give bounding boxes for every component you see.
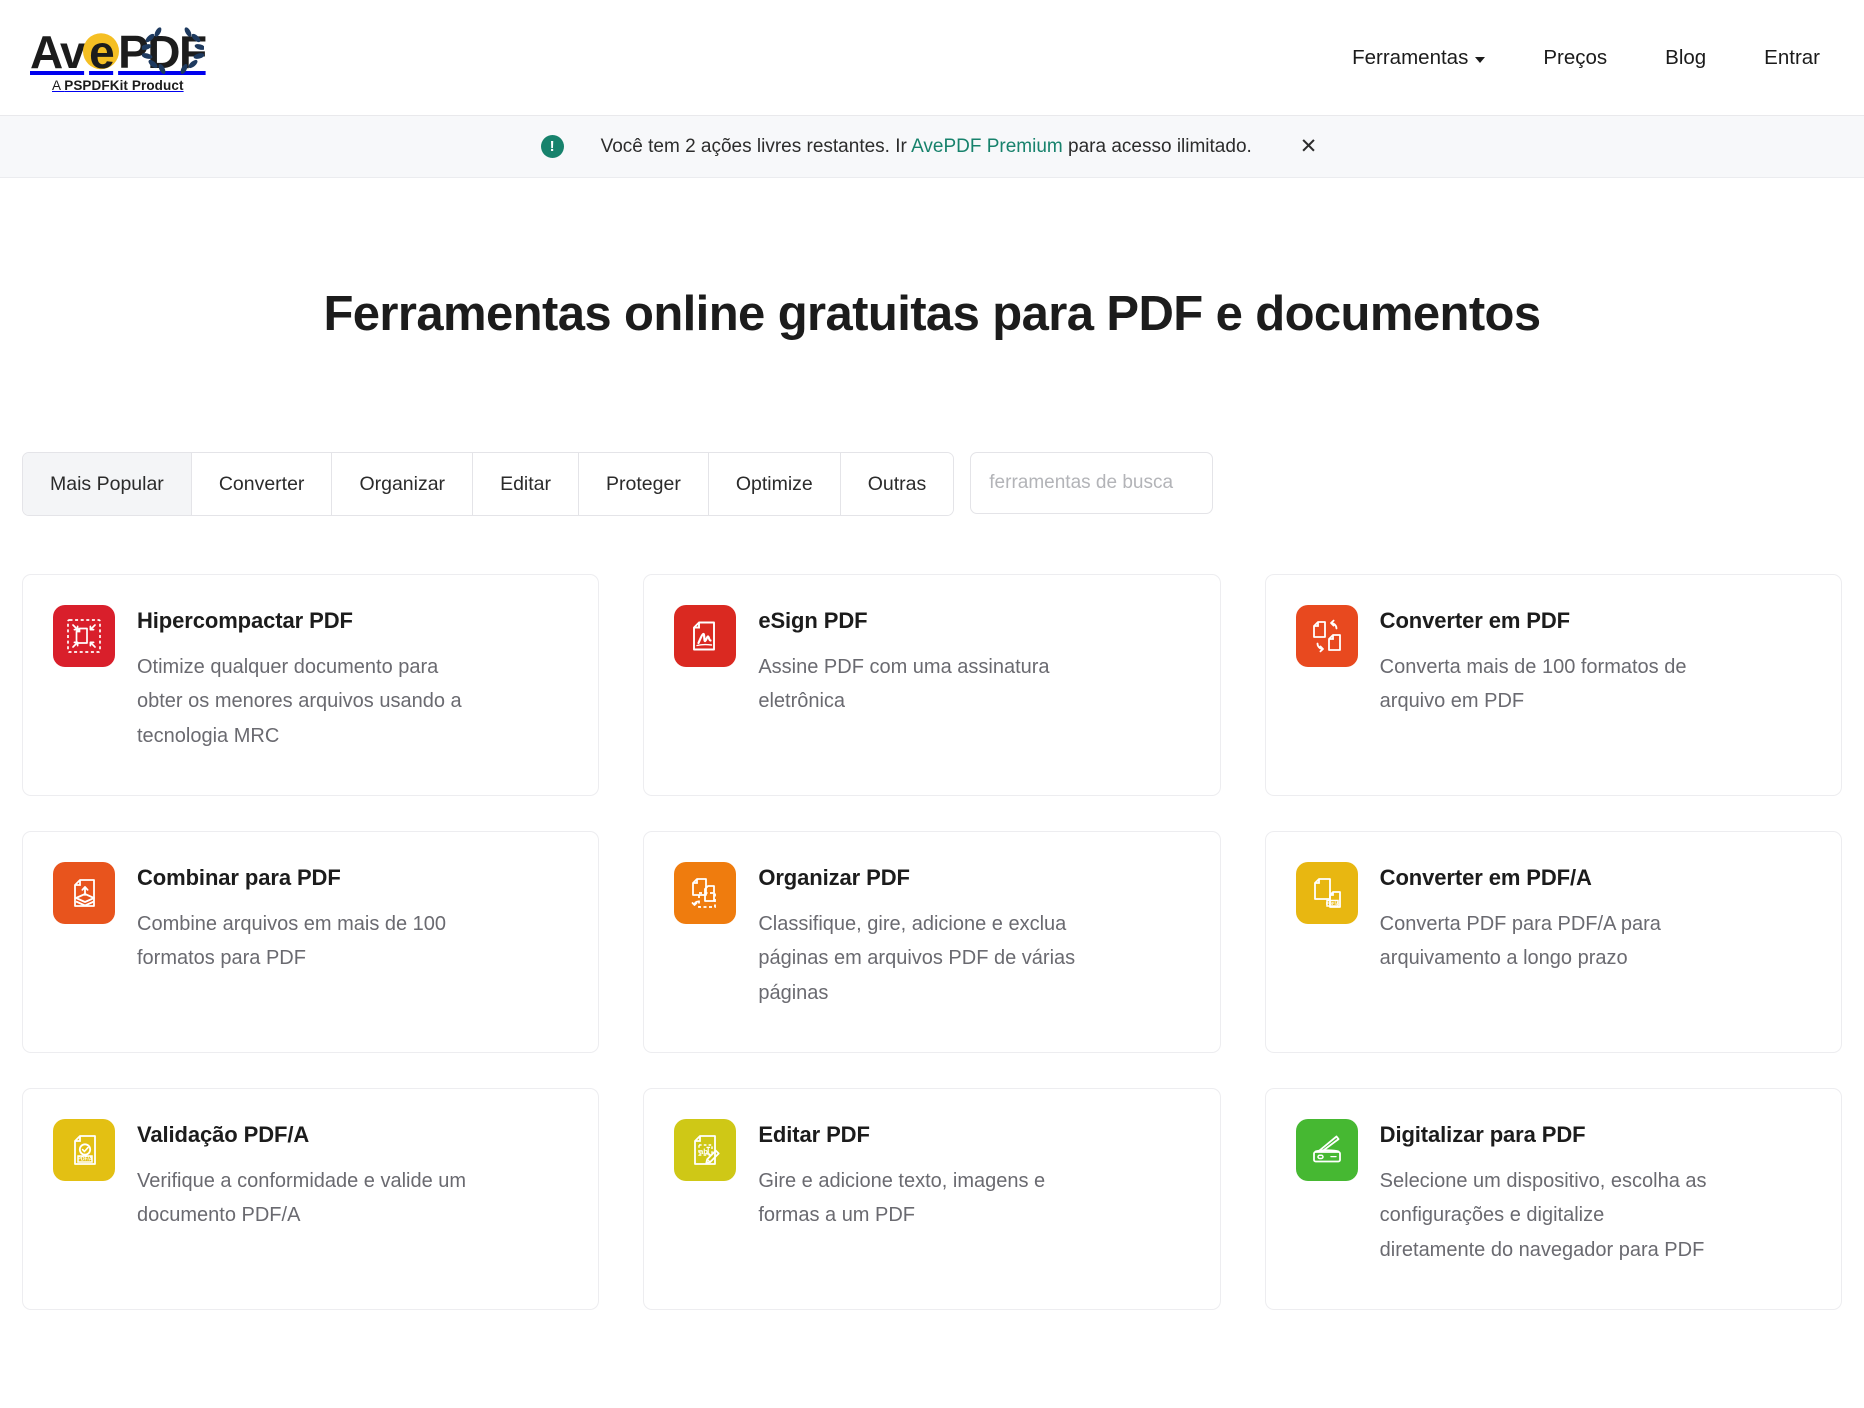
nav-item-entrar[interactable]: Entrar	[1764, 46, 1820, 70]
pdfa-convert-icon: PDF/A	[1296, 862, 1358, 924]
tools-grid: Hipercompactar PDF Otimize qualquer docu…	[22, 574, 1842, 1310]
tab-optimize[interactable]: Optimize	[709, 453, 841, 515]
banner-text-after: para acesso ilimitado.	[1063, 136, 1252, 157]
close-icon[interactable]: ✕	[1294, 132, 1324, 161]
laurel-wreath-icon	[142, 25, 204, 75]
nav-label-entrar: Entrar	[1764, 46, 1820, 70]
card-body: Converter em PDF Converta mais de 100 fo…	[1380, 605, 1712, 761]
card-title: Converter em PDF/A	[1380, 865, 1712, 891]
scanner-icon	[1296, 1119, 1358, 1181]
nav-label-precos: Preços	[1543, 46, 1607, 70]
nav-label-ferramentas: Ferramentas	[1352, 46, 1468, 70]
tool-card-esign-pdf[interactable]: eSign PDF Assine PDF com uma assinatura …	[643, 574, 1220, 796]
logo-text-av: Av	[30, 29, 84, 75]
card-body: Editar PDF Gire e adicione texto, imagen…	[758, 1119, 1090, 1275]
tool-card-validacao-pdfa[interactable]: PDF/A Validação PDF/A Verifique a confor…	[22, 1088, 599, 1310]
organize-pages-icon	[674, 862, 736, 924]
tool-card-combinar-para-pdf[interactable]: Combinar para PDF Combine arquivos em ma…	[22, 831, 599, 1053]
compress-document-icon	[53, 605, 115, 667]
free-actions-banner: ! Você tem 2 ações livres restantes. Ir …	[0, 116, 1864, 178]
tool-category-tabs: Mais Popular Converter Organizar Editar …	[22, 452, 1842, 516]
card-title: Editar PDF	[758, 1122, 1090, 1148]
svg-text:PDF/A: PDF/A	[1326, 901, 1340, 906]
card-title: Combinar para PDF	[137, 865, 469, 891]
tab-editar[interactable]: Editar	[473, 453, 579, 515]
nav-item-ferramentas[interactable]: Ferramentas	[1352, 46, 1485, 70]
card-body: Validação PDF/A Verifique a conformidade…	[137, 1119, 469, 1275]
card-title: Hipercompactar PDF	[137, 608, 469, 634]
card-body: Converter em PDF/A Converta PDF para PDF…	[1380, 862, 1712, 1018]
signature-document-icon	[674, 605, 736, 667]
convert-documents-icon	[1296, 605, 1358, 667]
card-body: eSign PDF Assine PDF com uma assinatura …	[758, 605, 1090, 761]
edit-document-icon: ab	[674, 1119, 736, 1181]
nav-label-blog: Blog	[1665, 46, 1706, 70]
main-navigation: Ferramentas Preços Blog Entrar	[1352, 46, 1820, 70]
card-description: Converta PDF para PDF/A para arquivament…	[1380, 907, 1712, 976]
tool-card-hipercompactar-pdf[interactable]: Hipercompactar PDF Otimize qualquer docu…	[22, 574, 599, 796]
card-description: Verifique a conformidade e valide um doc…	[137, 1164, 469, 1233]
logo-text-e: e	[89, 26, 113, 78]
tool-card-organizar-pdf[interactable]: Organizar PDF Classifique, gire, adicion…	[643, 831, 1220, 1053]
site-logo[interactable]: Av e PDF A PSPDFKit Product	[30, 23, 206, 93]
card-title: eSign PDF	[758, 608, 1090, 634]
card-title: Validação PDF/A	[137, 1122, 469, 1148]
tool-card-converter-em-pdfa[interactable]: PDF/A Converter em PDF/A Converta PDF pa…	[1265, 831, 1842, 1053]
tab-mais-popular[interactable]: Mais Popular	[23, 453, 192, 515]
tagline-brand: PSPDFKit	[64, 78, 128, 93]
card-body: Digitalizar para PDF Selecione um dispos…	[1380, 1119, 1712, 1275]
pdfa-validate-icon: PDF/A	[53, 1119, 115, 1181]
svg-text:PDF/A: PDF/A	[78, 1157, 93, 1163]
tagline-suffix: Product	[128, 78, 184, 93]
card-description: Assine PDF com uma assinatura eletrônica	[758, 650, 1090, 719]
card-description: Selecione um dispositivo, escolha as con…	[1380, 1164, 1712, 1267]
premium-link[interactable]: AvePDF Premium	[911, 136, 1063, 157]
card-title: Converter em PDF	[1380, 608, 1712, 634]
card-description: Converta mais de 100 formatos de arquivo…	[1380, 650, 1712, 719]
card-description: Gire e adicione texto, imagens e formas …	[758, 1164, 1090, 1233]
nav-item-blog[interactable]: Blog	[1665, 46, 1706, 70]
tool-card-converter-em-pdf[interactable]: Converter em PDF Converta mais de 100 fo…	[1265, 574, 1842, 796]
tab-group: Mais Popular Converter Organizar Editar …	[22, 452, 954, 516]
logo-e-badge: e	[84, 29, 118, 75]
banner-text-before: Você tem 2 ações livres restantes. Ir	[601, 136, 911, 157]
nav-item-precos[interactable]: Preços	[1543, 46, 1607, 70]
card-body: Combinar para PDF Combine arquivos em ma…	[137, 862, 469, 1018]
search-input[interactable]	[970, 452, 1213, 514]
merge-layers-icon	[53, 862, 115, 924]
page-content: Ferramentas online gratuitas para PDF e …	[0, 286, 1864, 1310]
tagline-prefix: A	[52, 78, 64, 93]
tab-proteger[interactable]: Proteger	[579, 453, 709, 515]
banner-message: Você tem 2 ações livres restantes. Ir Av…	[601, 136, 1252, 158]
chevron-down-icon	[1475, 57, 1485, 63]
logo-wordmark: Av e PDF	[30, 29, 206, 75]
card-description: Combine arquivos em mais de 100 formatos…	[137, 907, 469, 976]
card-body: Hipercompactar PDF Otimize qualquer docu…	[137, 605, 469, 761]
card-description: Classifique, gire, adicione e exclua pág…	[758, 907, 1090, 1010]
svg-text:ab: ab	[699, 1147, 708, 1156]
tool-card-digitalizar-para-pdf[interactable]: Digitalizar para PDF Selecione um dispos…	[1265, 1088, 1842, 1310]
tab-outras[interactable]: Outras	[841, 453, 954, 515]
card-body: Organizar PDF Classifique, gire, adicion…	[758, 862, 1090, 1018]
tab-converter[interactable]: Converter	[192, 453, 333, 515]
logo-tagline: A PSPDFKit Product	[52, 78, 184, 93]
tool-card-editar-pdf[interactable]: ab Editar PDF Gire e adicione texto, ima…	[643, 1088, 1220, 1310]
page-title: Ferramentas online gratuitas para PDF e …	[22, 286, 1842, 342]
card-title: Digitalizar para PDF	[1380, 1122, 1712, 1148]
card-description: Otimize qualquer documento para obter os…	[137, 650, 469, 753]
site-header: Av e PDF A PSPDFKit Product Ferramentas …	[0, 0, 1864, 116]
info-icon: !	[541, 135, 564, 158]
card-title: Organizar PDF	[758, 865, 1090, 891]
tab-organizar[interactable]: Organizar	[332, 453, 473, 515]
